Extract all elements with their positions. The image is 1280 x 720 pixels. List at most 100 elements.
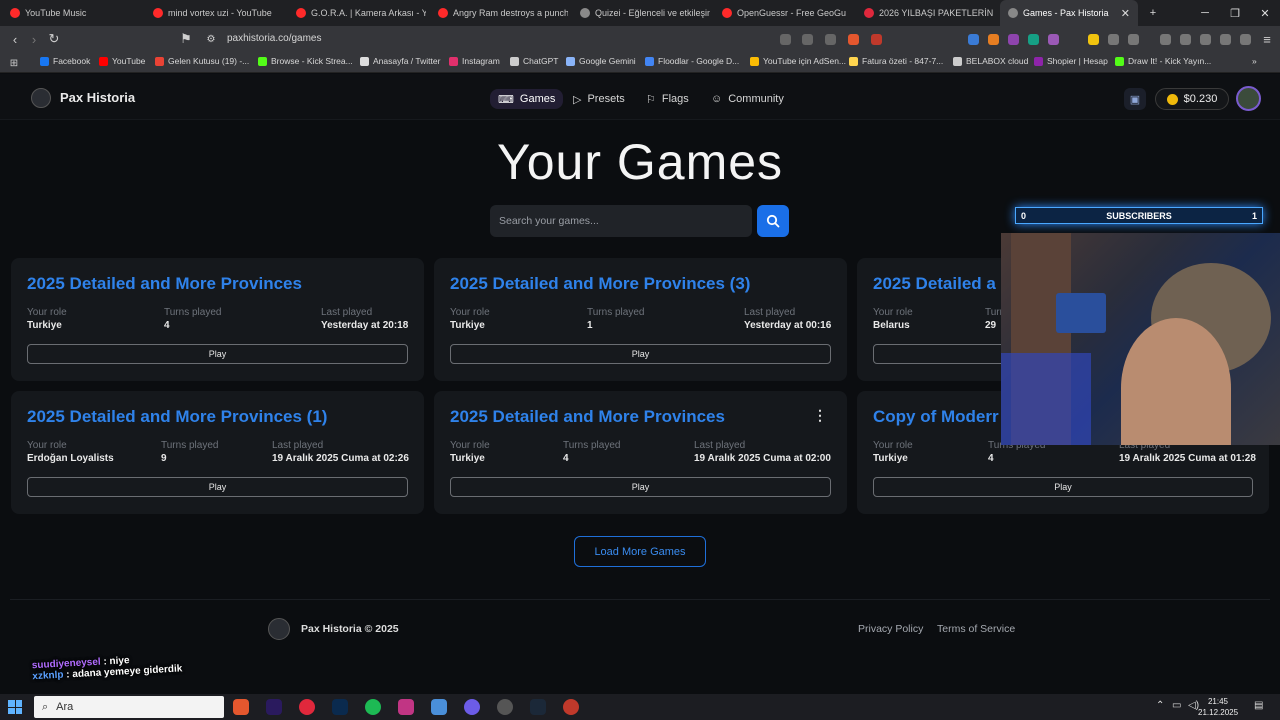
site-info-icon[interactable]: ⚙ <box>202 30 220 48</box>
bookmark-item[interactable]: Floodlar - Google D... <box>645 56 739 66</box>
opera-icon[interactable] <box>299 699 315 715</box>
extension-icon[interactable] <box>1028 34 1039 45</box>
photoshop-icon[interactable] <box>332 699 348 715</box>
forward-icon[interactable]: › <box>25 30 43 48</box>
taskbar-clock[interactable]: 21:45 21.12.2025 <box>1198 696 1238 718</box>
bookmark-item[interactable]: Instagram <box>449 56 500 66</box>
share-icon[interactable] <box>825 34 836 45</box>
instagram-icon[interactable] <box>398 699 414 715</box>
windows-start-icon[interactable] <box>8 700 22 714</box>
cast-icon[interactable] <box>780 34 791 45</box>
search-button[interactable] <box>757 205 789 237</box>
game-card[interactable]: 2025 Detailed and More Provinces Your ro… <box>11 258 424 381</box>
nav-community[interactable]: ☺ Community <box>703 89 792 109</box>
privacy-policy-link[interactable]: Privacy Policy <box>858 623 923 635</box>
game-title[interactable]: Copy of Moderr <box>873 407 999 427</box>
close-tab-icon[interactable]: ✕ <box>1121 7 1130 20</box>
wallet-icon[interactable] <box>1200 34 1211 45</box>
extension-icon[interactable] <box>1008 34 1019 45</box>
translate-icon[interactable] <box>802 34 813 45</box>
bookmark-icon[interactable]: ⚑ <box>177 30 195 48</box>
app-icon[interactable] <box>563 699 579 715</box>
leo-ai-icon[interactable] <box>1220 34 1231 45</box>
search-input[interactable] <box>490 205 752 237</box>
maximize-button[interactable]: ❐ <box>1220 0 1250 26</box>
load-more-button[interactable]: Load More Games <box>574 536 706 567</box>
nav-presets[interactable]: ▷ Presets <box>565 89 633 109</box>
browser-tab[interactable]: G.O.R.A. | Kamera Arkası - YouTu <box>296 0 426 26</box>
more-options-icon[interactable]: ⋮ <box>813 407 827 424</box>
bookmark-item[interactable]: Browse - Kick Strea... <box>258 56 353 66</box>
menu-icon[interactable]: ≡ <box>1258 30 1276 48</box>
obs-icon[interactable] <box>497 699 513 715</box>
browser-tab[interactable]: 2026 YILBAŞI PAKETLERİNİ İNC <box>864 0 994 26</box>
bookmark-item[interactable]: Facebook <box>40 56 90 66</box>
extension-icon[interactable] <box>968 34 979 45</box>
url-field[interactable]: paxhistoria.co/games <box>227 33 322 44</box>
bookmark-item[interactable]: YouTube için AdSen... <box>750 56 846 66</box>
close-window-button[interactable]: ✕ <box>1250 0 1280 26</box>
bookmark-item[interactable]: ChatGPT <box>510 56 558 66</box>
nav-flags[interactable]: ⚐ Flags <box>638 89 697 109</box>
bookmark-item[interactable]: Draw It! - Kick Yayın... <box>1115 56 1211 66</box>
terms-of-service-link[interactable]: Terms of Service <box>937 623 1015 635</box>
nav-games[interactable]: ⌨ Games <box>490 89 564 109</box>
bookmark-item[interactable]: Anasayfa / Twitter <box>360 56 440 66</box>
browser-tab[interactable]: mind vortex uzi - YouTube <box>153 0 283 26</box>
bookmark-item[interactable]: BELABOX cloud <box>953 56 1028 66</box>
play-button[interactable]: Play <box>450 477 831 497</box>
more-bookmarks-icon[interactable]: » <box>1252 56 1257 66</box>
taskbar-search[interactable]: ⌕ Ara <box>34 696 224 718</box>
balance-badge[interactable]: $0.230 <box>1155 88 1229 110</box>
bookmark-item[interactable]: Google Gemini <box>566 56 636 66</box>
play-button[interactable]: Play <box>27 477 408 497</box>
brave-shield-icon[interactable] <box>848 34 859 45</box>
extension-icon[interactable] <box>988 34 999 45</box>
notifications-icon[interactable]: ▤ <box>1254 700 1263 711</box>
game-title[interactable]: 2025 Detailed and More Provinces <box>27 274 302 294</box>
game-card[interactable]: 2025 Detailed and More Provinces (3) You… <box>434 258 847 381</box>
vpn-icon[interactable] <box>1240 34 1251 45</box>
browser-tab[interactable]: Angry Ram destroys a punchin <box>438 0 568 26</box>
extension-icon[interactable] <box>1128 34 1139 45</box>
globe-logo-icon[interactable] <box>31 88 51 108</box>
new-tab-button[interactable]: + <box>1138 0 1168 26</box>
sidebar-icon[interactable] <box>1180 34 1191 45</box>
game-card[interactable]: 2025 Detailed and More Provinces ⋮ Your … <box>434 391 847 514</box>
browser-tab[interactable]: OpenGuessr - Free GeoGu <box>722 0 852 26</box>
game-title[interactable]: 2025 Detailed and More Provinces (1) <box>27 407 327 427</box>
apps-grid-icon[interactable]: ⊞ <box>5 54 23 72</box>
browser-tab[interactable]: Quizei - Eğlenceli ve etkileşimli <box>580 0 710 26</box>
play-button[interactable]: Play <box>873 477 1253 497</box>
tray-chevron-icon[interactable]: ⌃ <box>1156 700 1164 711</box>
network-icon[interactable]: ▭ <box>1172 700 1181 711</box>
avatar[interactable] <box>1236 86 1261 111</box>
back-icon[interactable]: ‹ <box>6 30 24 48</box>
music-icon[interactable] <box>1160 34 1171 45</box>
bookmark-item[interactable]: Gelen Kutusu (19) -... <box>155 56 249 66</box>
gift-icon[interactable]: ▣ <box>1124 88 1146 110</box>
extension-icon[interactable] <box>1048 34 1059 45</box>
play-button[interactable]: Play <box>450 344 831 364</box>
game-title[interactable]: 2025 Detailed and More Provinces <box>450 407 725 427</box>
premiere-icon[interactable] <box>266 699 282 715</box>
site-brand[interactable]: Pax Historia <box>60 90 135 105</box>
app-icon[interactable] <box>464 699 480 715</box>
bookmark-item[interactable]: Shopier | Hesap <box>1034 56 1108 66</box>
reload-icon[interactable]: ↻ <box>45 30 63 48</box>
app-icon[interactable] <box>431 699 447 715</box>
bookmark-item[interactable]: Fatura özeti - 847-7... <box>849 56 943 66</box>
minimize-button[interactable]: ─ <box>1190 0 1220 26</box>
extensions-puzzle-icon[interactable] <box>1108 34 1119 45</box>
extension-icon[interactable] <box>1088 34 1099 45</box>
steam-icon[interactable] <box>530 699 546 715</box>
browser-tab[interactable]: YouTube Music <box>10 0 140 26</box>
browser-tab-active[interactable]: Games - Pax Historia ✕ <box>1000 0 1138 26</box>
game-card[interactable]: 2025 Detailed and More Provinces (1) You… <box>11 391 424 514</box>
spotify-icon[interactable] <box>365 699 381 715</box>
brave-rewards-icon[interactable] <box>871 34 882 45</box>
game-title[interactable]: 2025 Detailed a <box>873 274 996 294</box>
brave-icon[interactable] <box>233 699 249 715</box>
play-button[interactable]: Play <box>27 344 408 364</box>
game-title[interactable]: 2025 Detailed and More Provinces (3) <box>450 274 750 294</box>
